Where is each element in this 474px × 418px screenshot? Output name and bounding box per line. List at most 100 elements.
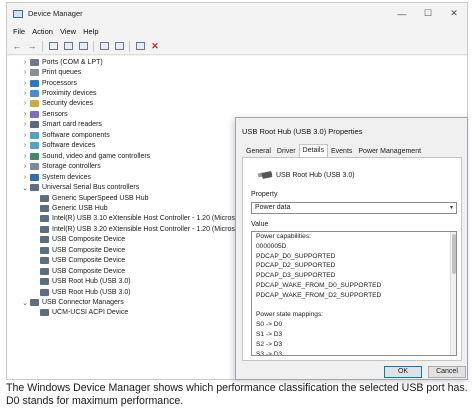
tree-category[interactable]: ⌄ USB Connector Managers — [21, 297, 124, 307]
tree-category[interactable]: › Storage controllers — [21, 162, 101, 172]
menu-action[interactable]: Action — [32, 27, 53, 36]
tree-device[interactable]: USB Root Hub (USB 3.0) — [31, 287, 131, 297]
tree-label: USB Composite Device — [52, 257, 126, 265]
tab-details[interactable]: Details — [298, 144, 328, 157]
chevron-right-icon[interactable]: › — [21, 142, 29, 149]
value-scrollbar[interactable] — [450, 232, 456, 355]
tree-category[interactable]: › Ports (COM & LPT) — [21, 57, 103, 67]
tree-label: Proximity devices — [42, 90, 97, 98]
tree-device[interactable]: Generic SuperSpeed USB Hub — [31, 193, 149, 203]
minimize-button[interactable]: — — [389, 3, 415, 24]
tree-label: Security devices — [42, 100, 93, 108]
value-label: Value — [251, 221, 269, 228]
chevron-right-icon[interactable]: › — [21, 132, 29, 139]
sys-device-icon — [30, 173, 39, 181]
tab-driver[interactable]: Driver — [274, 146, 299, 157]
tab-events[interactable]: Events — [328, 146, 355, 157]
tree-category[interactable]: › System devices — [21, 172, 91, 182]
tree-category[interactable]: › Software components — [21, 130, 110, 140]
figure-caption: The Windows Device Manager shows which p… — [6, 382, 468, 407]
tree-label: Ports (COM & LPT) — [42, 58, 103, 66]
tree-device[interactable]: UCM-UCSI ACPI Device — [31, 308, 128, 318]
details-view-icon[interactable] — [77, 40, 89, 52]
tree-device[interactable]: Intel(R) USB 3.10 eXtensible Host Contro… — [31, 214, 245, 224]
tree-category[interactable]: › Sensors — [21, 109, 68, 119]
cpu-device-icon — [30, 79, 39, 87]
chevron-down-icon: ▾ — [449, 205, 453, 211]
tree-category[interactable]: ⌄ Universal Serial Bus controllers — [21, 182, 139, 192]
value-line: PDCAP_D0_SUPPORTED — [256, 252, 336, 260]
tree-device[interactable]: USB Composite Device — [31, 235, 125, 245]
dialog-title: USB Root Hub (USB 3.0) Properties — [242, 127, 363, 136]
property-dropdown[interactable]: Power data ▾ — [251, 202, 457, 214]
chevron-down-icon[interactable]: ⌄ — [21, 299, 29, 307]
tree-category[interactable]: › Smart card readers — [21, 120, 102, 130]
tree-category[interactable]: › Sound, video and game controllers — [21, 151, 150, 161]
chevron-right-icon[interactable]: › — [21, 121, 29, 128]
forward-arrow-icon[interactable]: → — [26, 40, 38, 52]
chevron-right-icon[interactable]: › — [21, 163, 29, 170]
toolbar-separator — [42, 40, 43, 52]
menu-view[interactable]: View — [60, 27, 76, 36]
toolbar-separator — [129, 40, 130, 52]
sec-device-icon — [30, 100, 39, 108]
uninstall-icon[interactable]: ✕ — [149, 40, 161, 52]
tree-device[interactable]: USB Root Hub (USB 3.0) — [31, 276, 131, 286]
usb-device-icon — [40, 267, 49, 275]
device-manager-app-icon — [13, 9, 23, 18]
menu-file[interactable]: File — [13, 27, 25, 36]
update-driver-icon[interactable] — [134, 40, 146, 52]
prox-device-icon — [30, 90, 39, 98]
sw-device-icon — [30, 131, 39, 139]
chevron-right-icon[interactable]: › — [21, 100, 29, 107]
usb-device-icon — [40, 204, 49, 212]
tree-device[interactable]: USB Composite Device — [31, 256, 125, 266]
monitor-icon[interactable] — [113, 40, 125, 52]
menu-help[interactable]: Help — [83, 27, 98, 36]
tree-category[interactable]: › Processors — [21, 78, 77, 88]
tree-device[interactable]: USB Composite Device — [31, 266, 125, 276]
usb-device-icon — [30, 299, 39, 307]
tree-label: Intel(R) USB 3.20 eXtensible Host Contro… — [52, 225, 245, 233]
scrollbar-thumb[interactable] — [452, 234, 456, 274]
toolbar-separator — [93, 40, 94, 52]
chevron-right-icon[interactable]: › — [21, 174, 29, 181]
value-line — [252, 301, 456, 311]
tree-category[interactable]: › Security devices — [21, 99, 93, 109]
maximize-button[interactable]: ☐ — [415, 3, 441, 24]
tree-category[interactable]: › Proximity devices — [21, 88, 96, 98]
tree-device[interactable]: Generic USB Hub — [31, 203, 108, 213]
toolbar: ← → ✕ — [7, 38, 467, 55]
ok-button[interactable]: OK — [384, 366, 422, 378]
back-arrow-icon[interactable]: ← — [11, 40, 23, 52]
cancel-button[interactable]: Cancel — [428, 366, 466, 378]
tree-device[interactable]: Intel(R) USB 3.20 eXtensible Host Contro… — [31, 224, 245, 234]
tree-label: USB Composite Device — [52, 236, 126, 244]
tree-category[interactable]: › Print queues — [21, 67, 81, 77]
chevron-right-icon[interactable]: › — [21, 111, 29, 118]
close-button[interactable]: ✕ — [441, 3, 467, 24]
tree-label: Sensors — [42, 110, 68, 118]
tree-label: Software devices — [42, 142, 96, 150]
value-line: PDCAP_D2_SUPPORTED — [256, 262, 336, 270]
usb-device-icon — [40, 215, 49, 223]
chevron-right-icon[interactable]: › — [21, 80, 29, 87]
chevron-right-icon[interactable]: › — [21, 69, 29, 76]
help-icon[interactable] — [62, 40, 74, 52]
tree-category[interactable]: › Software devices — [21, 141, 95, 151]
chevron-right-icon[interactable]: › — [21, 59, 29, 66]
value-line: PDCAP_WAKE_FROM_D0_SUPPORTED — [256, 281, 382, 289]
value-line: S2 -> D3 — [256, 340, 283, 348]
value-list[interactable]: Power capabilities: 0000005D PDCAP_D0_SUPP… — [251, 231, 457, 356]
scan-icon[interactable] — [98, 40, 110, 52]
tree-label: Smart card readers — [42, 121, 102, 129]
properties-icon[interactable] — [47, 40, 59, 52]
chevron-right-icon[interactable]: › — [21, 153, 29, 160]
chevron-right-icon[interactable]: › — [21, 90, 29, 97]
tab-general[interactable]: General — [243, 146, 274, 157]
tab-power-management[interactable]: Power Management — [355, 146, 424, 157]
tree-device[interactable]: USB Composite Device — [31, 245, 125, 255]
chevron-down-icon[interactable]: ⌄ — [21, 184, 29, 192]
tree-label: Sound, video and game controllers — [42, 152, 151, 160]
usb-device-icon — [40, 309, 49, 317]
